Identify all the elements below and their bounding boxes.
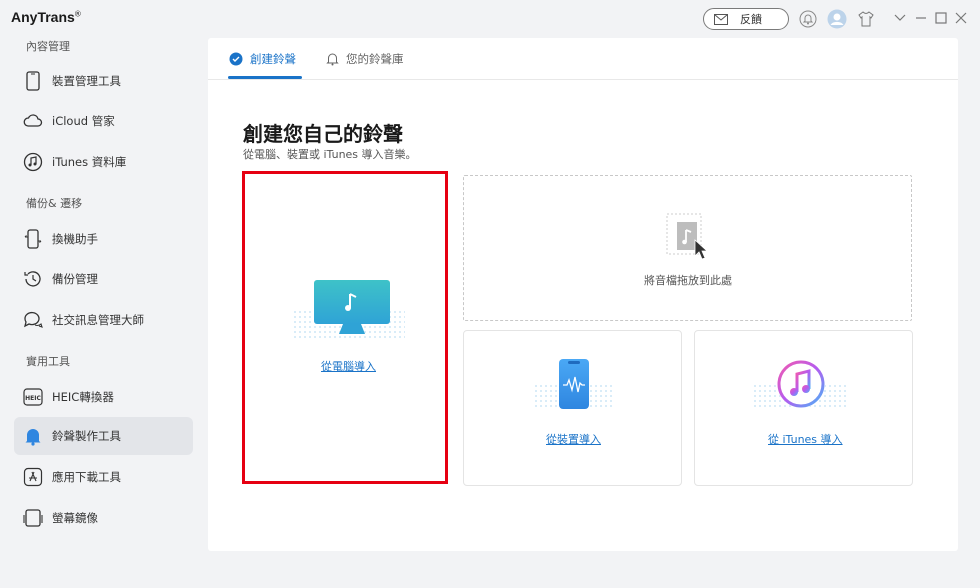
itunes-icon (753, 360, 849, 409)
file-drag-icon (666, 213, 709, 260)
sidebar-item-social-messages[interactable]: 社交訊息管理大師 (14, 301, 193, 339)
avatar[interactable] (826, 8, 848, 30)
clock-history-icon (22, 268, 44, 290)
import-from-computer-link[interactable]: 從電腦導入 (321, 358, 376, 374)
page-title: 創建您自己的鈴聲 (243, 122, 403, 146)
phone-waveform-icon (534, 359, 614, 409)
sidebar-item-ringtone-maker[interactable]: 鈴聲製作工具 (14, 417, 193, 455)
section-label-content: 內容管理 (26, 40, 70, 53)
sidebar-item-label: iCloud 管家 (52, 114, 115, 128)
active-tab-indicator (228, 76, 302, 79)
import-from-device-card[interactable]: 從裝置導入 (463, 330, 682, 486)
sidebar-item-label: HEIC轉換器 (52, 390, 114, 404)
sidebar-item-label: 換機助手 (52, 232, 98, 246)
section-label-backup: 備份& 遷移 (26, 197, 83, 210)
sidebar-item-icloud[interactable]: iCloud 管家 (14, 102, 193, 140)
svg-text:HEIC: HEIC (25, 395, 41, 402)
sidebar-item-device-manager[interactable]: 裝置管理工具 (14, 62, 193, 100)
tshirt-icon[interactable] (855, 8, 877, 30)
sidebar-item-label: 社交訊息管理大師 (52, 313, 144, 327)
sidebar-item-itunes-library[interactable]: iTunes 資料庫 (14, 143, 193, 181)
section-label-tools: 實用工具 (26, 355, 70, 368)
sidebar-item-label: 備份管理 (52, 272, 98, 286)
close-icon[interactable] (954, 11, 968, 25)
sidebar-item-label: 鈴聲製作工具 (52, 429, 121, 443)
main-panel: 創建鈴聲 您的鈴聲庫 創建您自己的鈴聲 從電腦、裝置或 iTunes 導入音樂。… (208, 38, 958, 551)
sidebar-item-screen-mirror[interactable]: 螢幕鏡像 (14, 499, 193, 537)
sidebar-item-label: iTunes 資料庫 (52, 155, 127, 169)
feedback-button[interactable]: 反饋 (703, 8, 789, 30)
import-from-itunes-card[interactable]: 從 iTunes 導入 (694, 330, 913, 486)
page-subtitle: 從電腦、裝置或 iTunes 導入音樂。 (243, 148, 417, 161)
sidebar-item-label: 應用下載工具 (52, 470, 121, 484)
maximize-icon[interactable] (934, 11, 948, 25)
title-bar: AnyTrans® 反饋 (0, 0, 980, 36)
import-from-device-link[interactable]: 從裝置導入 (546, 431, 601, 447)
chevron-down-icon[interactable] (893, 11, 907, 25)
mail-icon (714, 13, 728, 25)
import-from-itunes-link[interactable]: 從 iTunes 導入 (768, 431, 843, 447)
music-note-icon (22, 151, 44, 173)
drop-hint-text: 將音檔拖放到此處 (644, 274, 732, 287)
app-title: AnyTrans® (11, 9, 81, 25)
chat-icon (22, 309, 44, 331)
phone-icon (22, 70, 44, 92)
tab-create-ringtone[interactable]: 創建鈴聲 (229, 51, 296, 67)
computer-music-icon (293, 280, 405, 338)
phone-transfer-icon (22, 228, 44, 250)
sidebar-item-app-downloader[interactable]: 應用下載工具 (14, 458, 193, 496)
tab-ringtone-library[interactable]: 您的鈴聲庫 (326, 51, 404, 67)
sidebar: 內容管理 裝置管理工具 iCloud 管家 iTunes 資料庫 備份& 遷移 … (0, 36, 205, 588)
minimize-icon[interactable] (914, 11, 928, 25)
checkmark-circle-icon (229, 52, 243, 66)
drop-zone[interactable]: 將音檔拖放到此處 (463, 175, 912, 321)
heic-icon: HEIC (22, 386, 44, 408)
cloud-icon (22, 110, 44, 132)
feedback-label: 反饋 (740, 13, 762, 26)
import-from-computer-card[interactable]: 從電腦導入 (242, 171, 448, 484)
sidebar-item-label: 螢幕鏡像 (52, 511, 98, 525)
bell-icon (22, 425, 44, 447)
sidebar-item-backup-manager[interactable]: 備份管理 (14, 260, 193, 298)
sidebar-item-heic-converter[interactable]: HEIC HEIC轉換器 (14, 378, 193, 416)
screen-mirror-icon (22, 507, 44, 529)
tab-bar: 創建鈴聲 您的鈴聲庫 (208, 38, 958, 80)
bell-outline-icon (326, 53, 339, 66)
sidebar-item-label: 裝置管理工具 (52, 74, 121, 88)
notification-bell-icon[interactable] (797, 8, 819, 30)
app-store-icon (22, 466, 44, 488)
sidebar-item-phone-switcher[interactable]: 換機助手 (14, 220, 193, 258)
